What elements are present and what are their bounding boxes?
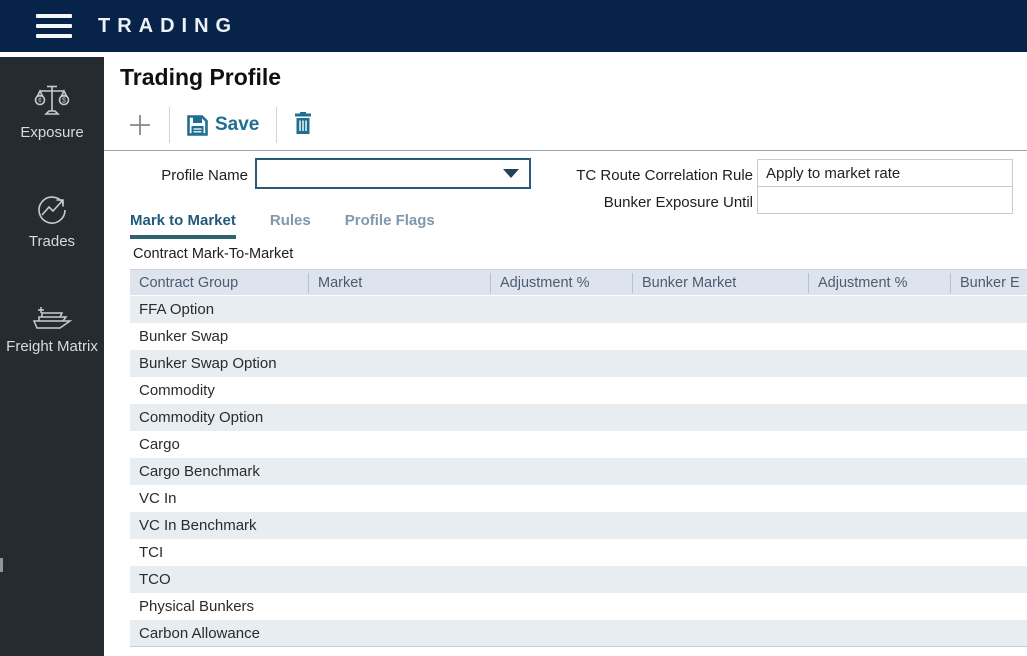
scales-icon: ¢ $ (33, 83, 71, 119)
tab-bar: Mark to Market Rules Profile Flags (130, 212, 435, 239)
grid-body: FFA Option Bunker Swap Bunker Swap Optio… (130, 296, 1027, 647)
contract-group-cell: VC In Benchmark (139, 517, 257, 534)
app-title: TRADING (98, 14, 239, 37)
toolbar-divider-rule (104, 150, 1027, 151)
contract-mtm-grid: Contract Group Market Adjustment % Bunke… (130, 269, 1027, 647)
table-row[interactable]: VC In Benchmark (130, 512, 1027, 539)
save-button-label: Save (215, 114, 260, 135)
table-row[interactable]: Bunker Swap (130, 323, 1027, 350)
contract-group-cell: Commodity (139, 382, 215, 399)
contract-group-cell: TCI (139, 544, 164, 561)
svg-text:$: $ (62, 98, 66, 105)
column-header-bunker-exposure[interactable]: Bunker E (950, 272, 1027, 293)
contract-group-cell: Bunker Swap Option (139, 355, 277, 372)
top-app-bar: TRADING (0, 0, 1027, 52)
contract-group-cell: TCO (139, 571, 171, 588)
save-button[interactable]: Save (187, 114, 259, 136)
tab-profile-flags[interactable]: Profile Flags (345, 212, 435, 239)
page-title: Trading Profile (120, 64, 282, 90)
contract-group-cell: VC In (139, 490, 177, 507)
tab-mark-to-market[interactable]: Mark to Market (130, 212, 236, 239)
add-button[interactable] (128, 113, 152, 137)
profile-name-label: Profile Name (161, 167, 248, 184)
column-header-adjustment-pct-2[interactable]: Adjustment % (808, 272, 950, 293)
table-row[interactable]: Commodity (130, 377, 1027, 404)
sidebar-item-freight-matrix[interactable]: Freight Matrix (0, 251, 104, 356)
sidebar-item-label: Exposure (20, 124, 84, 141)
tc-route-correlation-rule-input[interactable] (757, 159, 1013, 187)
grid-header-row: Contract Group Market Adjustment % Bunke… (130, 269, 1027, 295)
left-edge-drag-handle[interactable] (0, 558, 3, 572)
contract-group-cell: Commodity Option (139, 409, 264, 426)
contract-group-cell: FFA Option (139, 301, 215, 318)
toolbar-divider (169, 107, 170, 143)
table-row[interactable]: Bunker Swap Option (130, 350, 1027, 377)
table-row[interactable]: Cargo (130, 431, 1027, 458)
table-row[interactable]: TCO (130, 566, 1027, 593)
sidebar-item-label: Freight Matrix (6, 338, 98, 355)
table-row[interactable]: Commodity Option (130, 404, 1027, 431)
trash-icon (295, 111, 312, 134)
save-icon (187, 114, 208, 136)
sidebar-item-exposure[interactable]: ¢ $ Exposure (0, 57, 104, 142)
contract-group-cell: Cargo Benchmark (139, 463, 260, 480)
contract-group-cell: Cargo (139, 436, 180, 453)
ship-icon (30, 297, 74, 333)
contract-group-cell: Carbon Allowance (139, 624, 260, 642)
tc-route-correlation-rule-label: TC Route Correlation Rule (576, 167, 753, 184)
trend-up-icon (34, 192, 70, 228)
column-header-market[interactable]: Market (308, 272, 490, 293)
table-row[interactable]: Carbon Allowance (130, 620, 1027, 647)
hamburger-menu-icon[interactable] (36, 14, 72, 38)
column-header-contract-group[interactable]: Contract Group (130, 273, 308, 293)
toolbar-divider (276, 107, 278, 143)
table-row[interactable]: Cargo Benchmark (130, 458, 1027, 485)
table-row[interactable]: FFA Option (130, 296, 1027, 323)
sidebar-item-trades[interactable]: Trades (0, 142, 104, 251)
toolbar: Save (128, 103, 312, 147)
delete-button[interactable] (294, 111, 312, 139)
table-row[interactable]: Physical Bunkers (130, 593, 1027, 620)
tab-rules[interactable]: Rules (270, 212, 311, 239)
sidebar-nav: ¢ $ Exposure Trades Freight Matrix (0, 57, 104, 656)
section-title: Contract Mark-To-Market (133, 246, 294, 262)
bunker-exposure-until-input[interactable] (757, 186, 1013, 214)
contract-group-cell: Bunker Swap (139, 328, 229, 345)
svg-text:¢: ¢ (38, 98, 42, 105)
column-header-bunker-market[interactable]: Bunker Market (632, 272, 808, 293)
add-icon (130, 115, 150, 135)
contract-group-cell: Physical Bunkers (139, 598, 255, 615)
table-row[interactable]: TCI (130, 539, 1027, 566)
main-content: Trading Profile Save Profile Name TC Rou… (104, 57, 1027, 656)
bunker-exposure-until-label: Bunker Exposure Until (603, 194, 753, 211)
sidebar-item-label: Trades (28, 233, 76, 250)
column-header-adjustment-pct[interactable]: Adjustment % (490, 272, 632, 293)
table-row[interactable]: VC In (130, 485, 1027, 512)
